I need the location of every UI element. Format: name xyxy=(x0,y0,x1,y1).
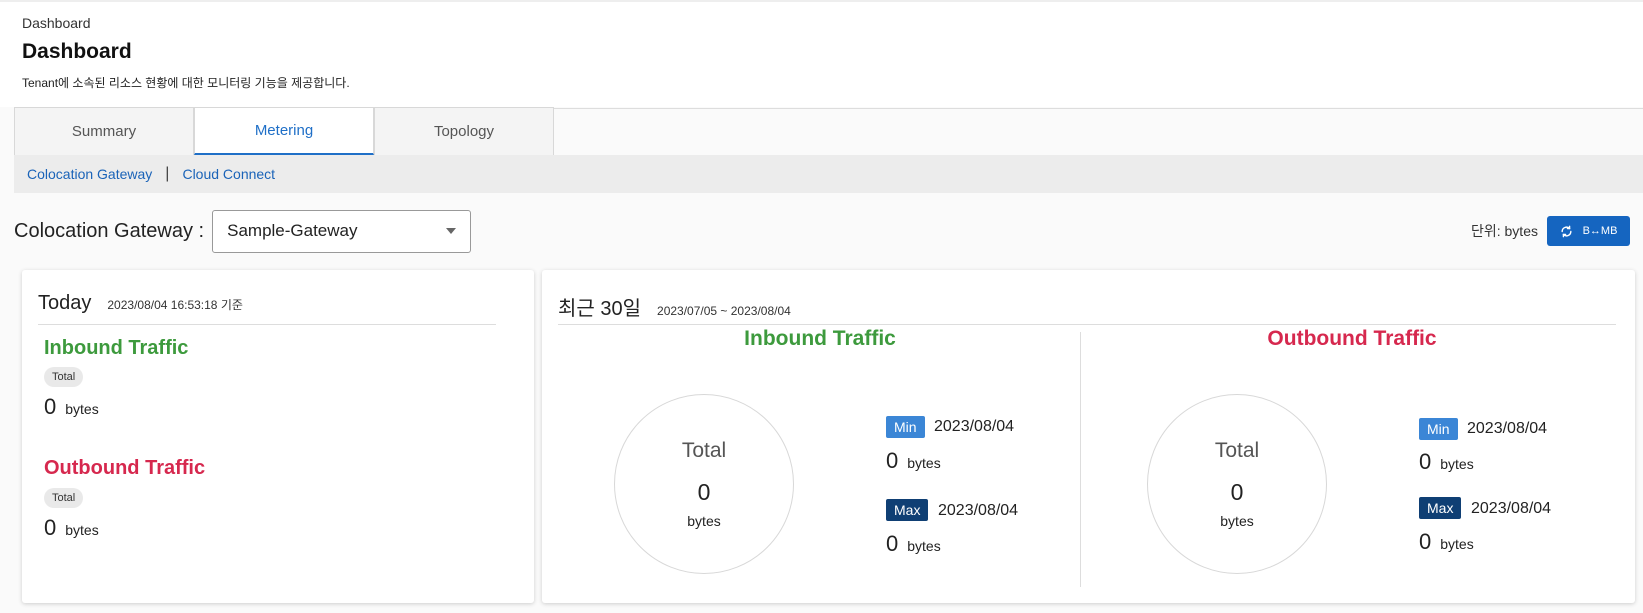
breadcrumb[interactable]: Dashboard xyxy=(22,15,91,31)
gateway-select[interactable]: Sample-Gateway xyxy=(212,209,472,253)
recent-inbound-max-unit: bytes xyxy=(907,538,941,554)
recent-inbound-total-label: Total xyxy=(681,439,727,462)
unit-toggle-label: B↔MB xyxy=(1582,225,1618,237)
page-description: Tenant에 소속된 리소스 현황에 대한 모니터링 기능을 제공합니다. xyxy=(22,76,350,90)
recent-inbound-max-number: 0 xyxy=(886,531,899,556)
page-header: Dashboard Dashboard Tenant에 소속된 리소스 현황에 … xyxy=(0,0,1643,109)
today-outbound-value: 0 bytes xyxy=(44,515,99,541)
refresh-icon xyxy=(1561,225,1572,237)
recent-outbound-total-label: Total xyxy=(1214,439,1260,462)
recent-outbound-total-value: 0 xyxy=(1230,479,1244,505)
unit-area: 단위: bytes B↔MB xyxy=(1471,216,1630,246)
recent-outbound-title: Outbound Traffic xyxy=(1267,327,1437,350)
recent-inbound-max-value: 0 bytes xyxy=(886,531,941,557)
recent-title: 최근 30일 xyxy=(558,298,642,320)
section-divider xyxy=(1080,332,1081,587)
recent-outbound-total-circle: Total 0 bytes xyxy=(1147,394,1327,574)
recent-card: 최근 30일 2023/07/05 ~ 2023/08/04 Inbound T… xyxy=(542,270,1635,603)
today-timestamp: 2023/08/04 16:53:18 기준 xyxy=(107,298,243,312)
recent-inbound-min-value: 0 bytes xyxy=(886,448,941,474)
recent-divider xyxy=(558,324,1616,325)
today-divider xyxy=(38,324,496,325)
recent-date-range: 2023/07/05 ~ 2023/08/04 xyxy=(657,304,791,318)
recent-outbound-min-number: 0 xyxy=(1419,449,1432,474)
today-outbound-total-pill: Total xyxy=(44,488,84,508)
gateway-select-value: Sample-Gateway xyxy=(227,221,358,240)
today-inbound-value: 0 bytes xyxy=(44,394,99,420)
recent-outbound-max-value: 0 bytes xyxy=(1419,529,1474,555)
recent-inbound-max-date: 2023/08/04 xyxy=(938,502,1019,519)
today-inbound-total-pill: Total xyxy=(44,367,84,387)
unit-label: 단위: bytes xyxy=(1470,223,1538,239)
unit-toggle-button[interactable]: B↔MB xyxy=(1547,216,1630,246)
subnav-cloud-connect-link[interactable]: Cloud Connect xyxy=(182,166,275,182)
tab-bar: Summary Metering Topology xyxy=(14,107,554,155)
recent-inbound-total-value: 0 xyxy=(697,479,711,505)
sub-navigation: Colocation Gateway | Cloud Connect xyxy=(14,155,1643,193)
today-title: Today xyxy=(38,292,92,314)
today-inbound-unit: bytes xyxy=(65,401,99,417)
recent-outbound-min-value: 0 bytes xyxy=(1419,449,1474,475)
gateway-selector-row: Colocation Gateway : Sample-Gateway xyxy=(14,209,472,253)
page-title: Dashboard xyxy=(22,40,132,63)
recent-outbound-min-unit: bytes xyxy=(1440,456,1474,472)
tab-metering[interactable]: Metering xyxy=(194,107,374,155)
recent-inbound-title: Inbound Traffic xyxy=(744,327,896,350)
recent-inbound-total-circle: Total 0 bytes xyxy=(614,394,794,574)
today-outbound-unit: bytes xyxy=(65,522,99,538)
recent-outbound-min-badge: Min xyxy=(1419,418,1458,440)
gateway-selector-label: Colocation Gateway : xyxy=(14,219,205,242)
today-outbound-number: 0 xyxy=(44,515,57,540)
recent-inbound-min-number: 0 xyxy=(886,448,899,473)
recent-card-header: 최근 30일 2023/07/05 ~ 2023/08/04 xyxy=(558,292,791,321)
subnav-separator: | xyxy=(165,165,170,182)
recent-inbound-min-date: 2023/08/04 xyxy=(934,418,1015,435)
today-outbound-title: Outbound Traffic xyxy=(44,457,206,479)
recent-outbound-total-unit: bytes xyxy=(1220,513,1254,529)
recent-outbound-min-date: 2023/08/04 xyxy=(1467,420,1548,437)
subnav-colocation-gateway-link[interactable]: Colocation Gateway xyxy=(27,166,152,182)
recent-outbound-max-date: 2023/08/04 xyxy=(1471,500,1552,517)
recent-inbound-max-badge: Max xyxy=(886,499,929,521)
recent-outbound-max-number: 0 xyxy=(1419,529,1432,554)
today-inbound-number: 0 xyxy=(44,394,57,419)
recent-inbound-min-unit: bytes xyxy=(907,455,941,471)
today-card-header: Today 2023/08/04 16:53:18 기준 xyxy=(38,292,243,315)
today-inbound-title: Inbound Traffic xyxy=(44,337,189,359)
tab-topology[interactable]: Topology xyxy=(374,107,554,155)
caret-down-icon xyxy=(446,228,457,234)
recent-outbound-max-unit: bytes xyxy=(1440,536,1474,552)
tab-summary[interactable]: Summary xyxy=(14,107,194,155)
today-card: Today 2023/08/04 16:53:18 기준 Inbound Tra… xyxy=(22,270,534,603)
recent-inbound-min-badge: Min xyxy=(886,416,925,438)
recent-inbound-total-unit: bytes xyxy=(687,513,721,529)
recent-outbound-max-badge: Max xyxy=(1419,497,1462,519)
